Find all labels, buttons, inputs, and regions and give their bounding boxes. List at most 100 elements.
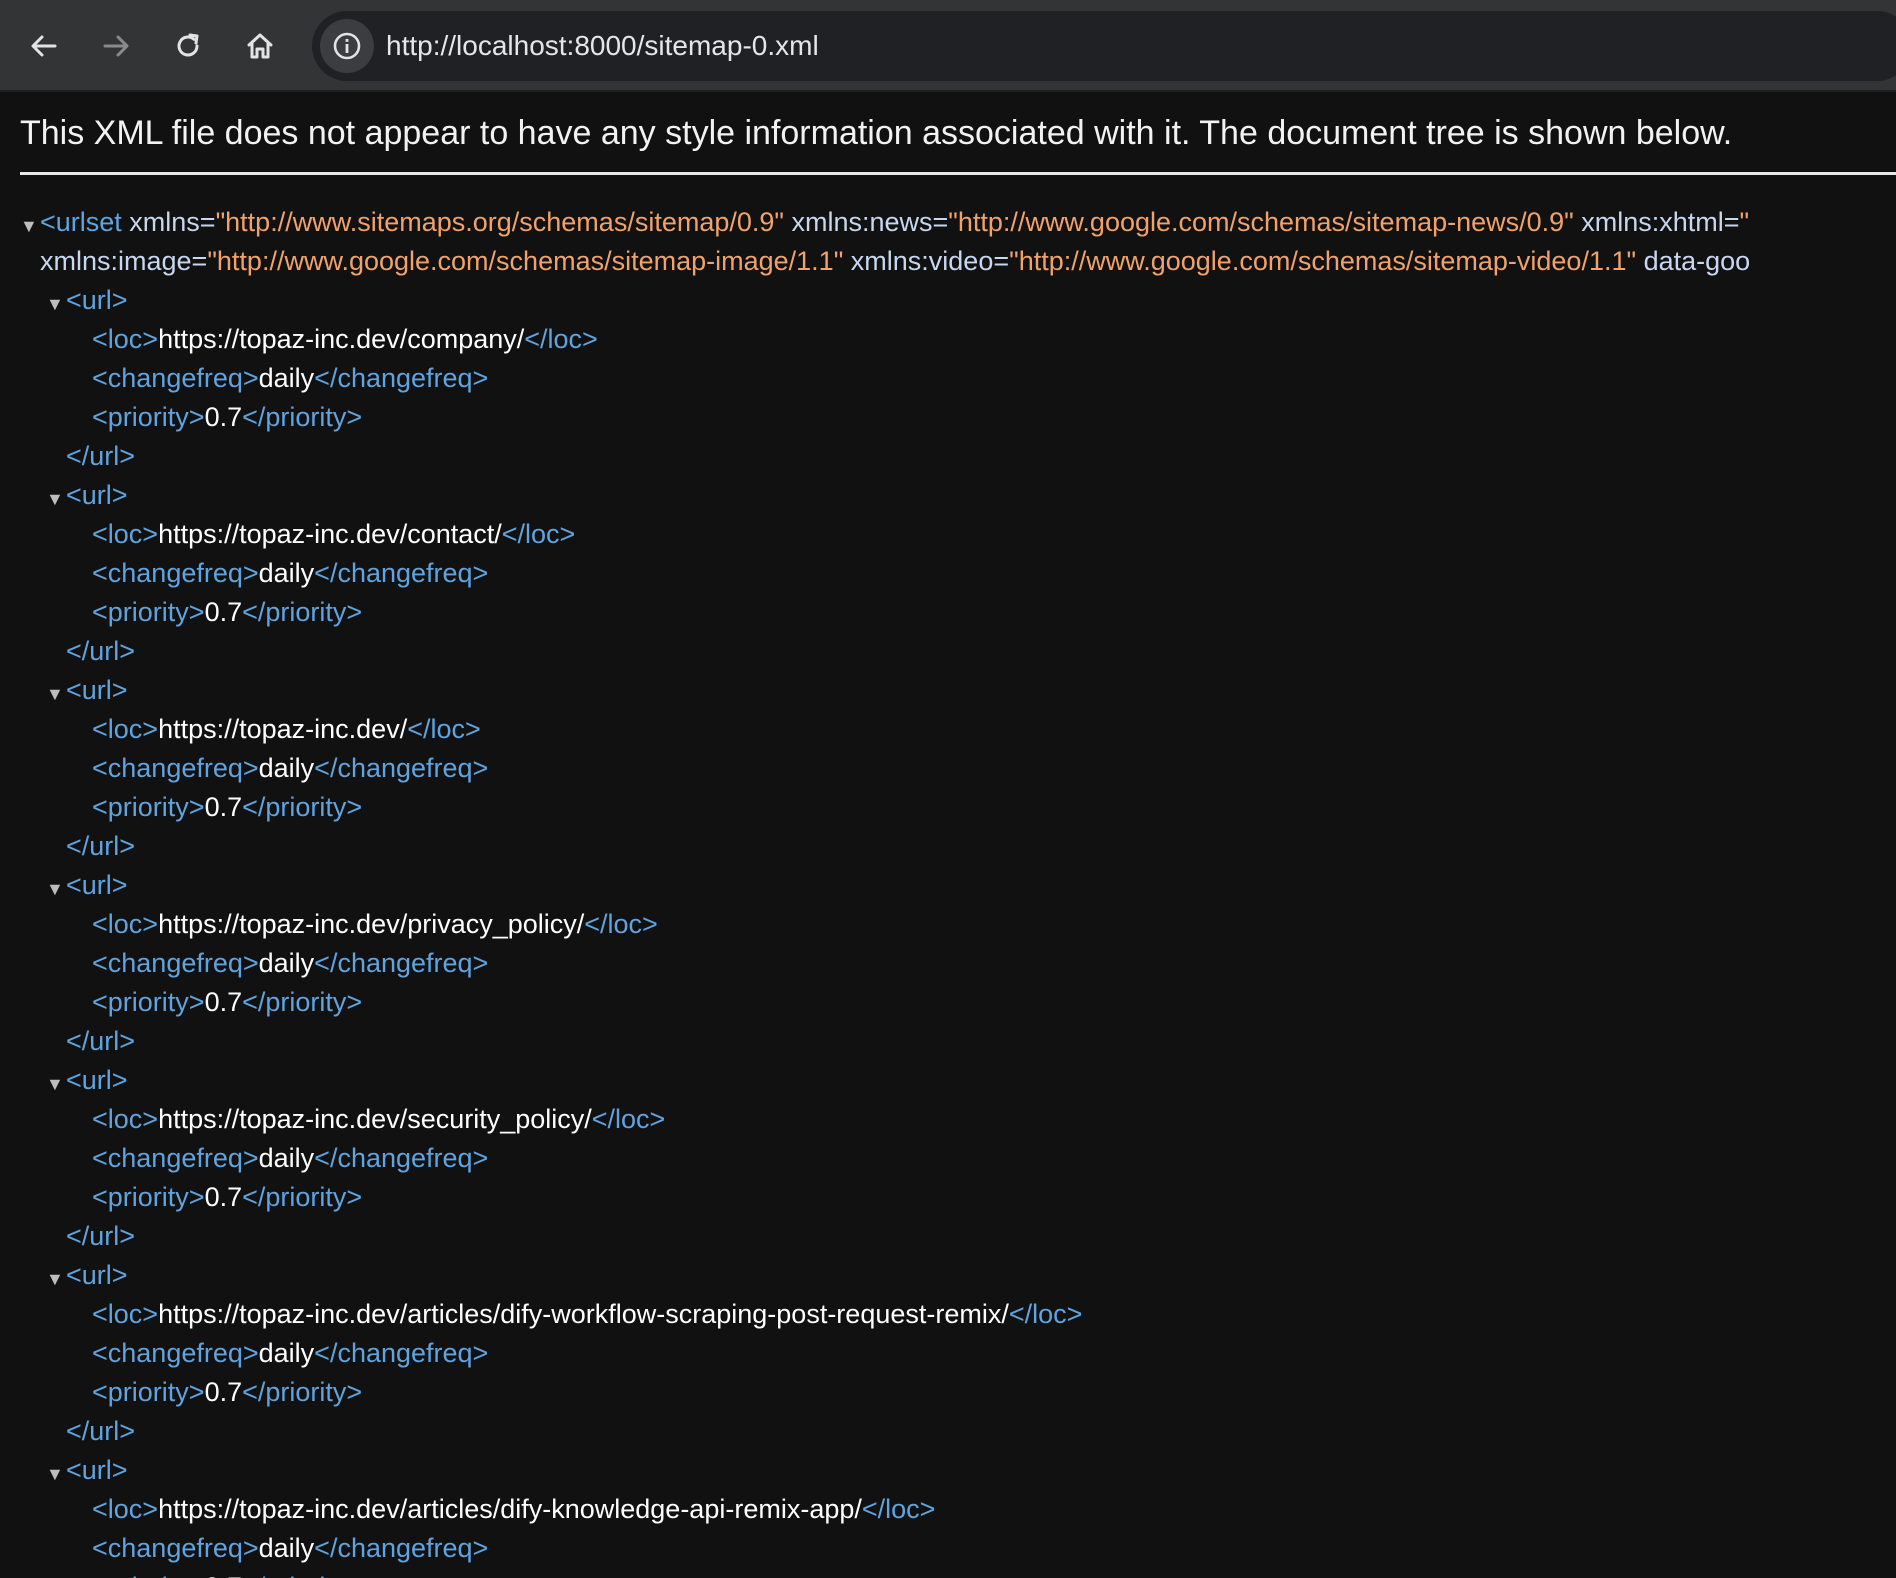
changefreq-line: <changefreq>daily</changefreq> [92,363,489,393]
url-open-tag: <url> [66,675,128,705]
changefreq-value: daily [258,558,315,588]
collapse-triangle-icon[interactable]: ▼ [46,870,64,909]
info-icon [333,32,361,60]
url-close-tag: </url> [66,441,136,471]
url-entry: ▼ <url> <loc>https://topaz-inc.dev/artic… [0,1451,1896,1578]
loc-line: <loc>https://topaz-inc.dev/</loc> [92,714,481,744]
loc-value: https://topaz-inc.dev/articles/dify-work… [158,1299,1009,1329]
loc-value: https://topaz-inc.dev/ [158,714,408,744]
url-list: ▼ <url> <loc>https://topaz-inc.dev/compa… [0,281,1896,1578]
url-open-line: ▼ <url> [0,1256,1896,1295]
priority-value: 0.7 [204,987,243,1017]
xml-document-tree: ▼ <urlset xmlns="http://www.sitemaps.org… [0,203,1896,1578]
collapse-triangle-icon[interactable]: ▼ [46,480,64,519]
url-close-line: </url> [0,827,1896,866]
priority-value: 0.7 [204,1377,243,1407]
url-entry: ▼ <url> <loc>https://topaz-inc.dev/conta… [0,476,1896,671]
priority-value: 0.7 [204,402,243,432]
home-button[interactable] [232,18,288,74]
urlset-tag: <urlset [40,207,122,237]
collapse-triangle-icon[interactable]: ▼ [20,207,38,246]
url-close-line: </url> [0,437,1896,476]
url-close-tag: </url> [66,1221,136,1251]
collapse-triangle-icon[interactable]: ▼ [46,1260,64,1299]
changefreq-line: <changefreq>daily</changefreq> [92,558,489,588]
url-close-tag: </url> [66,636,136,666]
page-content: This XML file does not appear to have an… [0,92,1896,1578]
changefreq-line: <changefreq>daily</changefreq> [92,1338,489,1368]
attr-3: xmlns:image="http://www.google.com/schem… [40,246,844,276]
priority-line: <priority>0.7</priority> [92,987,363,1017]
priority-value: 0.7 [204,1182,243,1212]
attr-5: data-goo [1636,246,1751,276]
collapse-triangle-icon[interactable]: ▼ [46,285,64,324]
arrow-left-icon [31,35,57,57]
urlset-attrs-line: xmlns:image="http://www.google.com/schem… [0,242,1896,281]
priority-line: <priority>0.7</priority> [92,1182,363,1212]
urlset-open-line: ▼ <urlset xmlns="http://www.sitemaps.org… [0,203,1896,242]
changefreq-value: daily [258,1533,315,1563]
url-open-line: ▼ <url> [0,866,1896,905]
loc-line: <loc>https://topaz-inc.dev/articles/dify… [92,1299,1083,1329]
url-close-line: </url> [0,1412,1896,1451]
changefreq-value: daily [258,1338,315,1368]
loc-line: <loc>https://topaz-inc.dev/privacy_polic… [92,909,658,939]
changefreq-value: daily [258,948,315,978]
attr-1: xmlns:news="http://www.google.com/schema… [783,207,1574,237]
reload-button[interactable] [160,18,216,74]
changefreq-value: daily [258,753,315,783]
loc-line: <loc>https://topaz-inc.dev/company/</loc… [92,324,598,354]
loc-line: <loc>https://topaz-inc.dev/security_poli… [92,1104,666,1134]
changefreq-line: <changefreq>daily</changefreq> [92,948,489,978]
loc-value: https://topaz-inc.dev/privacy_policy/ [158,909,585,939]
changefreq-value: daily [258,363,315,393]
url-open-line: ▼ <url> [0,476,1896,515]
changefreq-value: daily [258,1143,315,1173]
priority-line: <priority>0.7</priority> [92,402,363,432]
attr-0: xmlns="http://www.sitemaps.org/schemas/s… [121,207,784,237]
collapse-triangle-icon[interactable]: ▼ [46,1065,64,1104]
loc-value: https://topaz-inc.dev/security_policy/ [158,1104,592,1134]
changefreq-line: <changefreq>daily</changefreq> [92,753,489,783]
attr-4: xmlns:video="http://www.google.com/schem… [843,246,1637,276]
loc-value: https://topaz-inc.dev/contact/ [158,519,502,549]
attr-2: xmlns:xhtml=" [1573,207,1750,237]
url-text[interactable]: http://localhost:8000/sitemap-0.xml [386,11,819,81]
changefreq-line: <changefreq>daily</changefreq> [92,1143,489,1173]
url-open-tag: <url> [66,870,128,900]
address-bar[interactable]: http://localhost:8000/sitemap-0.xml [312,11,1896,81]
url-close-tag: </url> [66,1026,136,1056]
url-entry: ▼ <url> <loc>https://topaz-inc.dev/secur… [0,1061,1896,1256]
back-button[interactable] [16,18,72,74]
collapse-triangle-icon[interactable]: ▼ [46,1455,64,1494]
notice-divider [20,172,1896,175]
loc-value: https://topaz-inc.dev/articles/dify-know… [158,1494,862,1524]
url-open-line: ▼ <url> [0,281,1896,320]
priority-value: 0.7 [204,792,243,822]
url-open-line: ▼ <url> [0,671,1896,710]
url-open-tag: <url> [66,1260,128,1290]
url-open-line: ▼ <url> [0,1451,1896,1490]
browser-toolbar: http://localhost:8000/sitemap-0.xml [0,0,1896,92]
url-entry: ▼ <url> <loc>https://topaz-inc.dev/priva… [0,866,1896,1061]
url-close-tag: </url> [66,1416,136,1446]
collapse-triangle-icon[interactable]: ▼ [46,675,64,714]
url-open-tag: <url> [66,285,128,315]
reload-icon [177,33,199,57]
url-close-line: </url> [0,1022,1896,1061]
changefreq-line: <changefreq>daily</changefreq> [92,1533,489,1563]
url-close-line: </url> [0,632,1896,671]
priority-value: 0.7 [204,597,243,627]
url-close-line: </url> [0,1217,1896,1256]
forward-button[interactable] [88,18,144,74]
url-entry: ▼ <url> <loc>https://topaz-inc.dev/</loc… [0,671,1896,866]
priority-value: 0.7 [205,1572,243,1578]
url-open-tag: <url> [66,480,128,510]
loc-line: <loc>https://topaz-inc.dev/contact/</loc… [92,519,576,549]
url-entry: ▼ <url> <loc>https://topaz-inc.dev/artic… [0,1256,1896,1451]
site-info-button[interactable] [320,19,374,73]
xml-style-notice: This XML file does not appear to have an… [20,114,1733,152]
priority-line: <priority>0.7</priority> [92,792,363,822]
priority-line: <priority>0.7</priority> [92,597,363,627]
url-open-tag: <url> [66,1455,128,1485]
